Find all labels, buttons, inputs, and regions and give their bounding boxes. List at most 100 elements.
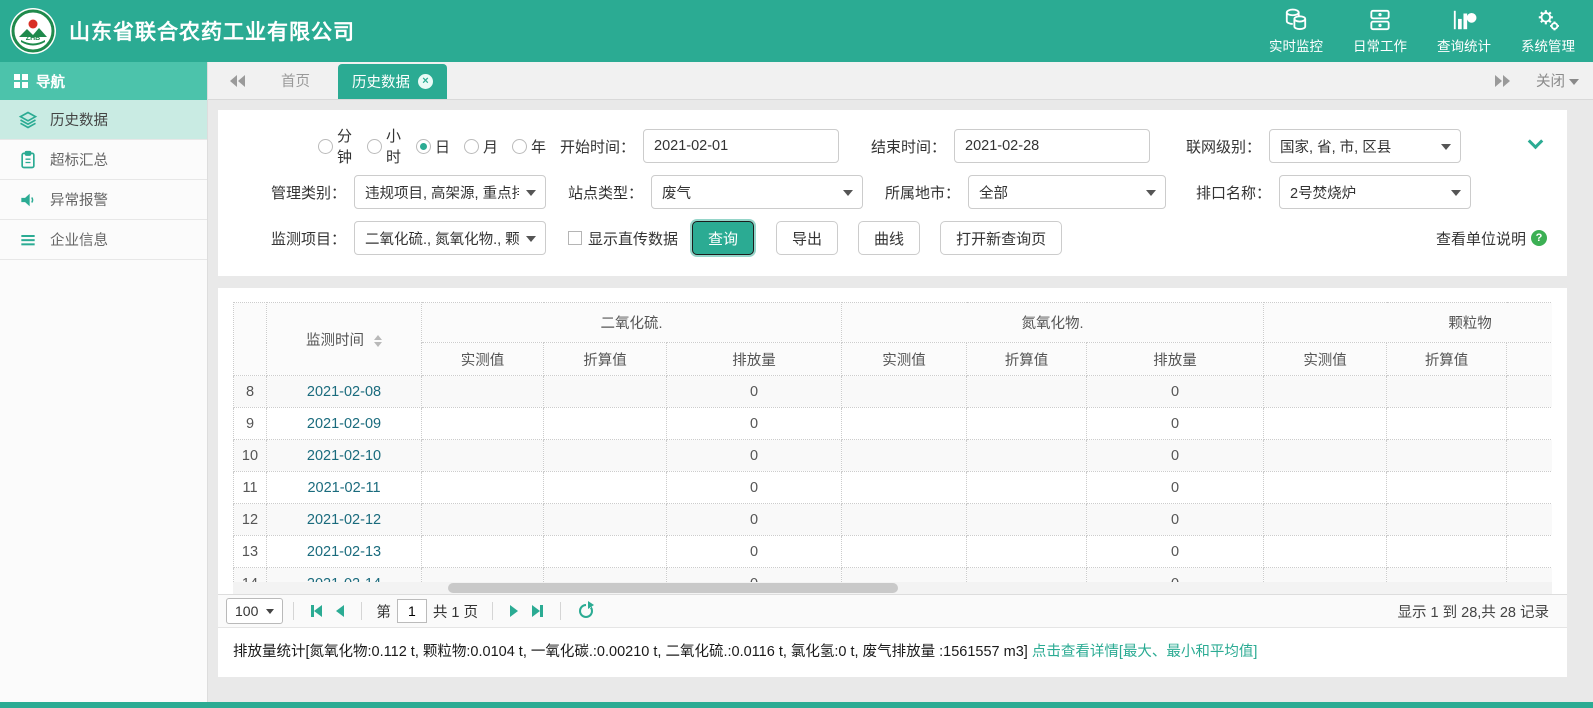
radio-period[interactable]: 日 [416,125,450,167]
radio-icon[interactable] [367,139,382,154]
filter-row-period: 分钟 小时 日 月 年 开始时间： 结束时间： 联网级别： 国家, 省, 市, … [238,128,1547,164]
city-select[interactable]: 全部 [968,175,1166,209]
group-header-so2: 二氧化硫. [422,303,842,343]
database-icon [1282,7,1310,33]
chevron-down-icon [1569,79,1579,85]
radio-period[interactable]: 年 [512,125,546,167]
monitor-time-header[interactable]: 监测时间 [267,303,422,376]
speaker-icon [18,190,38,210]
row-cell [544,536,667,568]
filter-panel: 分钟 小时 日 月 年 开始时间： 结束时间： 联网级别： 国家, 省, 市, … [218,110,1567,276]
tabs-scroll-right-icon[interactable] [1495,75,1510,87]
outlet-name-select[interactable]: 2号焚烧炉 [1279,175,1471,209]
radio-icon[interactable] [318,139,333,154]
refresh-icon[interactable] [579,604,593,618]
radio-period[interactable]: 分钟 [318,125,353,167]
tabs-scroll-left-icon[interactable] [230,75,245,87]
row-cell [1387,408,1507,440]
row-cell [1387,504,1507,536]
row-number: 12 [234,504,267,536]
page-size-select[interactable]: 100 [226,598,283,624]
table-row[interactable]: 122021-02-1200 [234,504,1553,536]
network-level-select[interactable]: 国家, 省, 市, 区县 [1269,129,1461,163]
row-date: 2021-02-09 [267,408,422,440]
table-row[interactable]: 82021-02-0800 [234,376,1553,408]
next-page-button[interactable] [510,605,518,617]
radio-period[interactable]: 月 [464,125,498,167]
list-icon [18,230,38,250]
filter-row-category: 管理类别： 违规项目, 高架源, 重点排 站点类型： 废气 所属地市： 全部 排… [238,174,1547,210]
page-title: 山东省联合农药工业有限公司 [69,16,355,46]
export-button[interactable]: 导出 [776,221,838,255]
row-cell [544,504,667,536]
table-row[interactable]: 92021-02-0900 [234,408,1553,440]
top-header: ZHB 山东省联合农药工业有限公司 实时监控 [0,0,1593,62]
row-cell [1507,376,1552,408]
network-level-label: 联网级别： [1186,136,1261,157]
direct-data-checkbox[interactable] [568,231,582,245]
table-row[interactable]: 112021-02-1100 [234,472,1553,504]
page-number-input[interactable] [397,599,427,623]
nav-realtime-monitor[interactable]: 实时监控 [1269,7,1323,55]
row-cell [544,376,667,408]
tab-history-data[interactable]: 历史数据 × [338,64,447,99]
nav-daily-work[interactable]: 日常工作 [1353,7,1407,55]
clipboard-icon [18,150,38,170]
table-row[interactable]: 102021-02-1000 [234,440,1553,472]
row-cell [1507,440,1552,472]
query-button[interactable]: 查询 [692,221,754,255]
radio-icon[interactable] [416,139,431,154]
monitor-item-label: 监测项目： [238,228,346,249]
server-icon [1366,7,1394,33]
unit-description-link[interactable]: 查看单位说明 ? [1436,228,1547,249]
first-page-button[interactable] [311,605,322,617]
last-page-button[interactable] [532,605,543,617]
sidebar-header: 导航 [0,62,207,100]
row-cell [1507,536,1552,568]
end-time-input[interactable] [954,129,1150,163]
mgmt-category-select[interactable]: 违规项目, 高架源, 重点排 [354,175,546,209]
close-tabs-menu[interactable]: 关闭 [1536,70,1579,91]
datagrid-viewport: 监测时间 二氧化硫. 氮氧化物. 颗粒物 实测值 折算值 [233,302,1552,594]
table-row[interactable]: 132021-02-1300 [234,536,1553,568]
curve-button[interactable]: 曲线 [858,221,920,255]
nav-query-statistics[interactable]: 查询统计 [1437,7,1491,55]
view-details-link[interactable]: 点击查看详情[最大、最小和平均值] [1032,644,1258,660]
monitor-item-select[interactable]: 二氧化硫., 氮氧化物., 颗粒 [354,221,546,255]
row-cell [422,440,544,472]
col-header: 排放量 [1507,343,1552,376]
nav-system-management[interactable]: 系统管理 [1521,7,1575,55]
row-cell [422,376,544,408]
sidebar-item-enterprise-info[interactable]: 企业信息 [0,220,207,260]
radio-icon[interactable] [464,139,479,154]
question-icon: ? [1531,230,1547,246]
sidebar-item-exceed-summary[interactable]: 超标汇总 [0,140,207,180]
sidebar-item-history-data[interactable]: 历史数据 [0,100,207,140]
row-number: 8 [234,376,267,408]
logo-emblem-icon: ZHB [11,9,55,53]
tab-close-icon[interactable]: × [418,74,433,89]
radio-icon[interactable] [512,139,527,154]
horizontal-scrollbar[interactable] [233,582,1552,594]
sort-icon[interactable] [374,335,382,347]
scrollbar-thumb[interactable] [448,583,898,593]
row-cell [544,472,667,504]
datagrid-panel: 监测时间 二氧化硫. 氮氧化物. 颗粒物 实测值 折算值 [218,288,1567,677]
row-cell [1264,504,1387,536]
row-cell [1507,504,1552,536]
radio-period[interactable]: 小时 [367,125,402,167]
sidebar-item-abnormal-alarm[interactable]: 异常报警 [0,180,207,220]
row-cell: 0 [1087,472,1264,504]
col-header: 实测值 [842,343,967,376]
tab-label: 历史数据 [352,71,410,92]
station-type-select[interactable]: 废气 [651,175,863,209]
row-cell [422,408,544,440]
tab-home[interactable]: 首页 [281,70,310,91]
start-time-input[interactable] [643,129,839,163]
row-cell [1507,408,1552,440]
open-new-query-button[interactable]: 打开新查询页 [940,221,1062,255]
nav-label: 日常工作 [1353,35,1407,55]
row-cell [842,536,967,568]
outlet-name-label: 排口名称： [1196,182,1271,203]
prev-page-button[interactable] [336,605,344,617]
